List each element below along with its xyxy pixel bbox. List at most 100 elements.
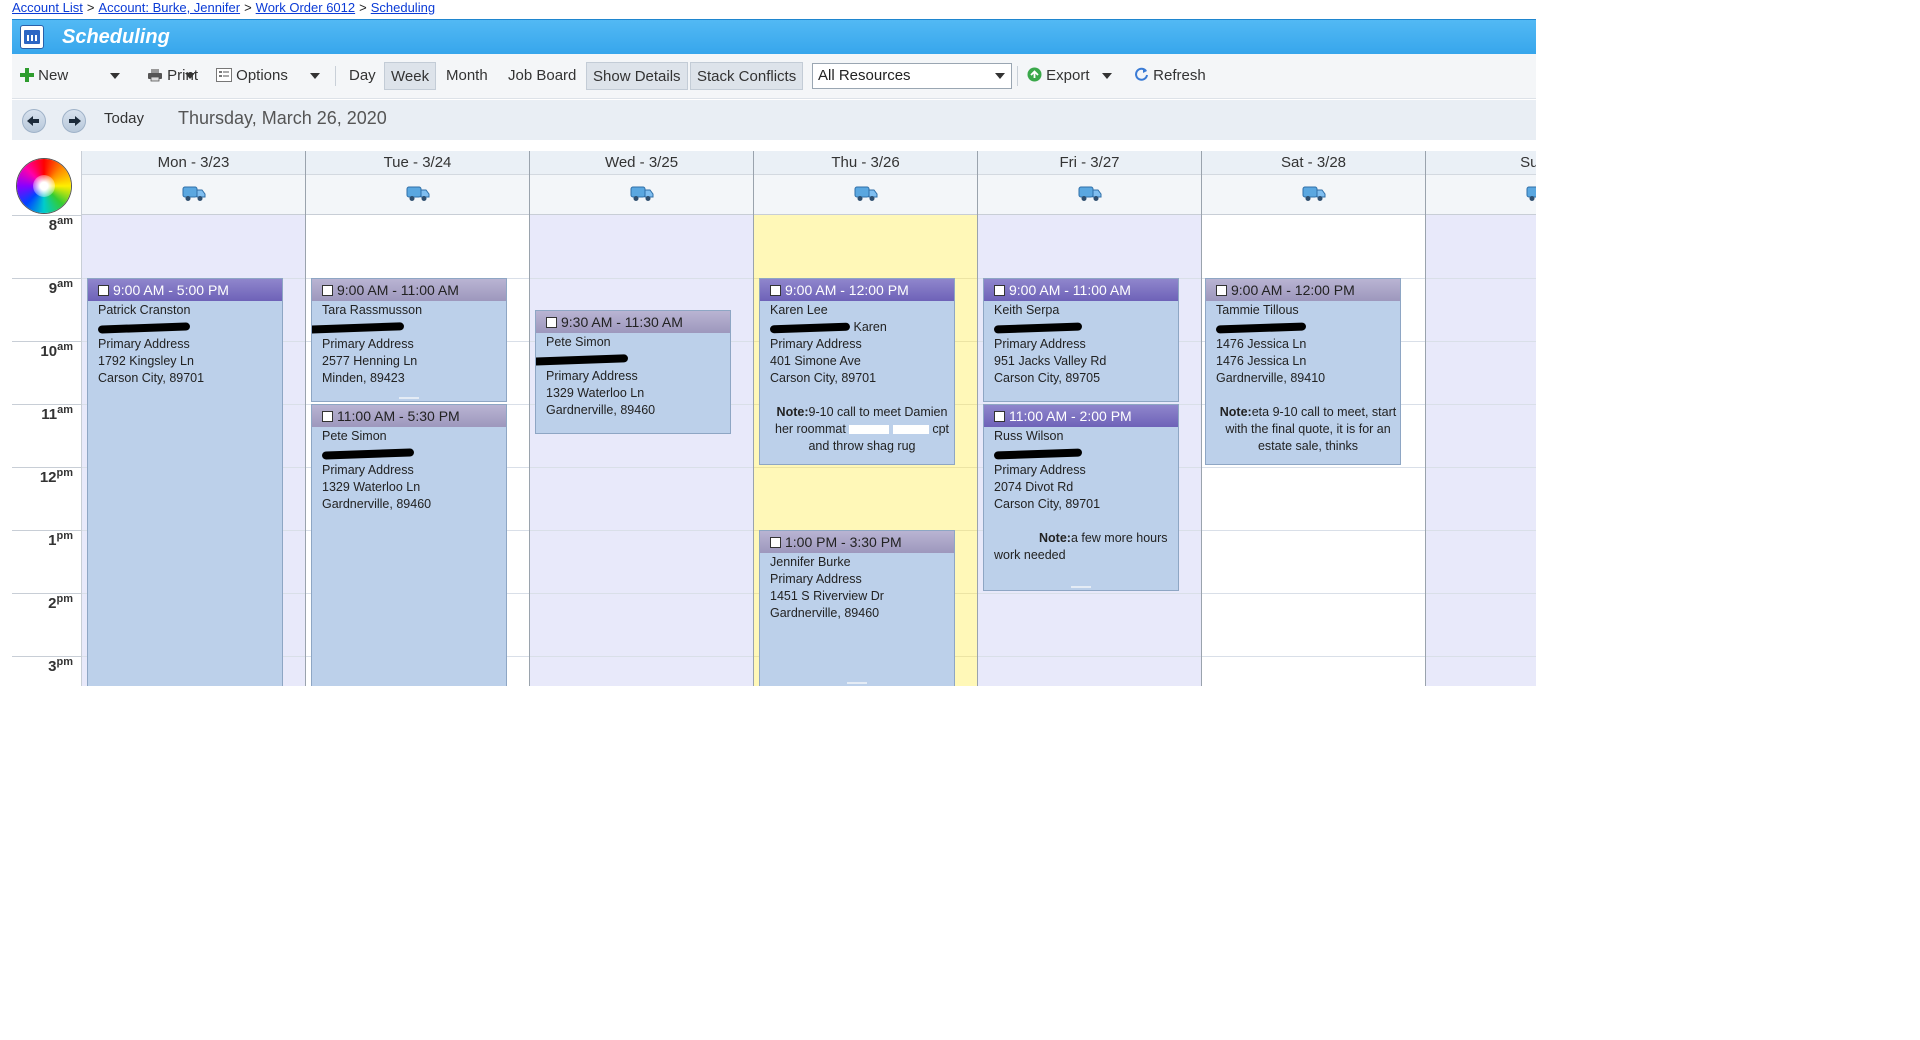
truck-icon[interactable] [854,184,878,202]
day-body[interactable]: 9:00 AM - 12:00 PM Tammie Tillous 1476 J… [1202,215,1425,686]
appointment-card[interactable]: 11:00 AM - 5:30 PM Pete Simon Primary Ad… [311,404,507,686]
day-body[interactable]: 9:30 AM - 11:30 AM Pete Simon Primary Ad… [530,215,753,686]
toolbar: New Print Options Day Week Month Job Boa… [12,54,1536,99]
appointment-card[interactable]: 11:00 AM - 2:00 PM Russ Wilson Primary A… [983,404,1179,591]
new-dropdown-toggle[interactable] [110,62,120,90]
plus-icon [20,68,34,82]
next-week-button[interactable] [62,109,86,133]
appointment-card[interactable]: 9:00 AM - 11:00 AM Keith Serpa Primary A… [983,278,1179,402]
appointment-card[interactable]: 9:00 AM - 12:00 PM Karen Lee Karen Prima… [759,278,955,465]
checkbox-icon[interactable] [322,411,333,422]
export-dropdown-toggle[interactable] [1102,62,1112,90]
appointment-card[interactable]: 1:00 PM - 3:30 PM Jennifer Burke Primary… [759,530,955,686]
previous-week-button[interactable] [22,109,46,133]
appointment-card[interactable]: 9:30 AM - 11:30 AM Pete Simon Primary Ad… [535,310,731,434]
city-zip: Gardnerville, 89410 [1216,371,1326,385]
checkbox-icon[interactable] [1216,285,1227,296]
appointment-time-header: 1:00 PM - 3:30 PM [760,531,954,553]
day-body-today[interactable]: 9:00 AM - 12:00 PM Karen Lee Karen Prima… [754,215,977,686]
resize-handle[interactable] [847,682,867,684]
truck-icon[interactable] [1526,184,1536,202]
breadcrumb-account-list-link[interactable]: Account List [12,0,83,15]
appointment-card[interactable]: 9:00 AM - 5:00 PM Patrick Cranston Prima… [87,278,283,686]
truck-icon[interactable] [1302,184,1326,202]
checkbox-icon[interactable] [546,317,557,328]
day-column-sat: Sat - 3/28 9:00 AM - 12:00 PM Tammie Til… [1202,151,1426,686]
resize-handle[interactable] [399,397,419,399]
refresh-label: Refresh [1153,67,1206,84]
customer-name: Patrick Cranston [98,303,191,317]
today-button[interactable]: Today [104,110,144,127]
day-header[interactable]: Tue - 3/24 [306,151,529,175]
city-zip: Gardnerville, 89460 [322,497,432,511]
title-bar: Scheduling [12,19,1536,54]
breadcrumb-scheduling-link[interactable]: Scheduling [371,0,435,15]
truck-icon[interactable] [182,184,206,202]
print-dropdown-toggle[interactable] [185,62,195,90]
export-button[interactable]: Export [1027,62,1090,90]
stack-conflicts-button[interactable]: Stack Conflicts [690,62,804,90]
redacted-phone [97,322,191,334]
day-resource-row [754,175,977,215]
street-address: 2074 Divot Rd [994,480,1074,494]
day-header[interactable]: Wed - 3/25 [530,151,753,175]
appointment-card[interactable]: 9:00 AM - 12:00 PM Tammie Tillous 1476 J… [1205,278,1401,465]
day-header[interactable]: Sun - [1426,151,1536,175]
month-view-button[interactable]: Month [446,62,488,90]
checkbox-icon[interactable] [994,285,1005,296]
resources-select-value: All Resources [818,67,911,84]
breadcrumb-work-order-link[interactable]: Work Order 6012 [256,0,355,15]
chevron-down-icon [110,73,120,80]
truck-icon[interactable] [406,184,430,202]
resize-handle[interactable] [1071,586,1091,588]
day-view-button[interactable]: Day [349,62,376,90]
day-header[interactable]: Mon - 3/23 [82,151,305,175]
day-header[interactable]: Fri - 3/27 [978,151,1201,175]
day-resource-row [1202,175,1425,215]
options-label: Options [236,67,288,84]
day-header[interactable]: Thu - 3/26 [754,151,977,175]
street-address: 2577 Henning Ln [322,354,418,368]
customer-name: Tammie Tillous [1216,303,1299,317]
day-header[interactable]: Sat - 3/28 [1202,151,1425,175]
options-button[interactable]: Options [216,62,288,90]
appointment-time-header: 11:00 AM - 5:30 PM [312,405,506,427]
week-view-button[interactable]: Week [384,62,437,90]
appointment-time-header: 9:30 AM - 11:30 AM [536,311,730,333]
address-label: Primary Address [770,337,862,351]
color-wheel-icon[interactable] [17,159,71,213]
truck-icon[interactable] [1078,184,1102,202]
truck-icon[interactable] [630,184,654,202]
job-board-button[interactable]: Job Board [508,62,576,90]
redacted-phone [1215,322,1307,334]
hour-label: 11am [41,404,73,423]
new-button[interactable]: New [20,62,68,90]
checkbox-icon[interactable] [98,285,109,296]
street-address: 1329 Waterloo Ln [322,480,421,494]
checkbox-icon[interactable] [994,411,1005,422]
hour-label: 2pm [48,593,73,612]
street-address: 1329 Waterloo Ln [546,386,645,400]
day-resource-row [306,175,529,215]
breadcrumb: Account List > Account: Burke, Jennifer > Wo… [12,0,436,15]
options-list-icon [216,68,232,82]
show-details-button[interactable]: Show Details [586,62,688,90]
checkbox-icon[interactable] [770,285,781,296]
day-column-wed: Wed - 3/25 9:30 AM - 11:30 AM Pete Simon… [530,151,754,686]
address-label: Primary Address [994,463,1086,477]
day-body[interactable]: 9:00 AM - 5:00 PM Patrick Cranston Prima… [82,215,305,686]
resources-select[interactable]: All Resources [812,63,1012,89]
checkbox-icon[interactable] [322,285,333,296]
customer-name: Pete Simon [546,335,611,349]
breadcrumb-account-link[interactable]: Account: Burke, Jennifer [98,0,240,15]
options-dropdown-toggle[interactable] [310,62,320,90]
city-zip: Gardnerville, 89460 [546,403,656,417]
refresh-button[interactable]: Refresh [1134,62,1206,90]
day-body[interactable]: 9:00 AM - 11:00 AM Tara Rassmusson Prima… [306,215,529,686]
day-column-sun: Sun - [1426,151,1536,686]
day-body[interactable]: 9:00 AM - 11:00 AM Keith Serpa Primary A… [978,215,1201,686]
appointment-card[interactable]: 9:00 AM - 11:00 AM Tara Rassmusson Prima… [311,278,507,402]
checkbox-icon[interactable] [770,537,781,548]
hour-label: 9am [48,278,73,297]
day-body[interactable] [1426,215,1536,686]
